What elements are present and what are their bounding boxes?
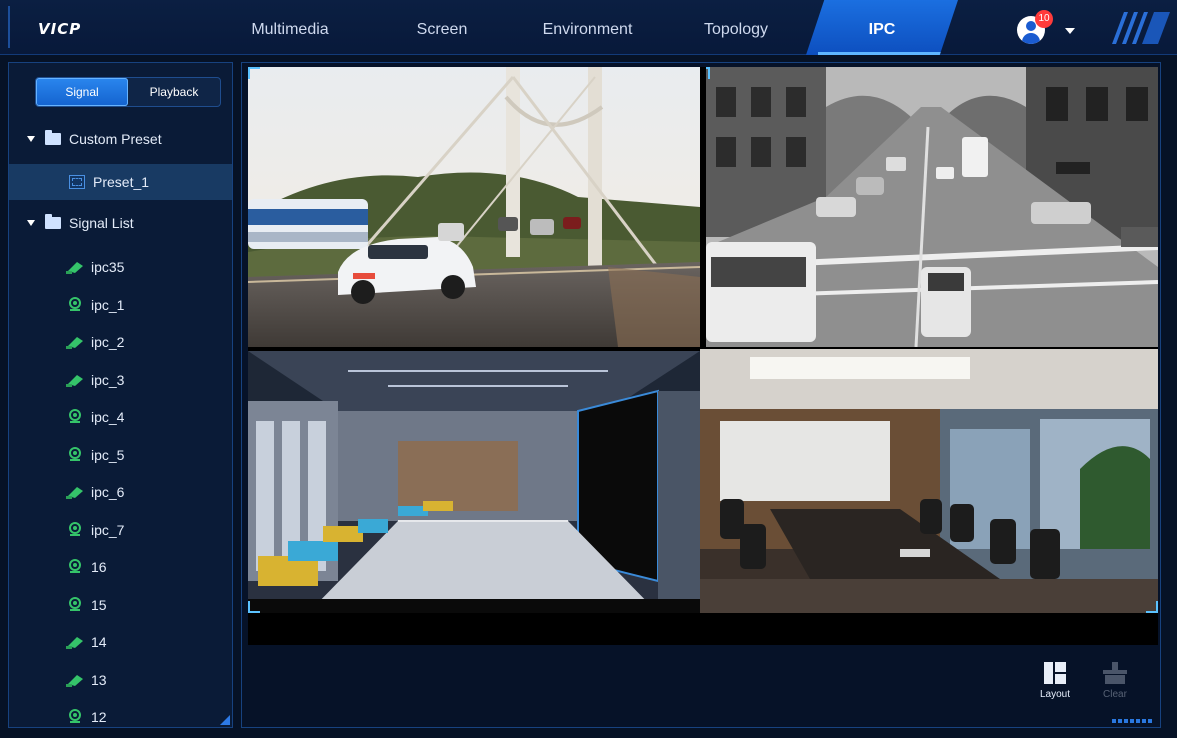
- tree-item-preset[interactable]: Preset_1: [9, 164, 232, 200]
- clear-label: Clear: [1103, 689, 1127, 700]
- video-grid: [248, 67, 1158, 645]
- dome-camera-icon: [65, 409, 91, 425]
- signal-label: 15: [91, 596, 107, 613]
- bullet-camera-icon: [65, 634, 91, 650]
- user-menu[interactable]: 10: [1017, 10, 1077, 46]
- signal-label: 12: [91, 709, 107, 725]
- signal-list-item[interactable]: ipc_3: [9, 362, 232, 398]
- decorative-stripes-icon: [1112, 12, 1170, 44]
- signal-sidebar: Signal Playback Custom Preset Preset_1 S…: [8, 62, 233, 728]
- tree-node-label: Custom Preset: [69, 131, 162, 147]
- video-tile-city-street[interactable]: [706, 67, 1158, 347]
- tab-playback[interactable]: Playback: [128, 78, 220, 106]
- signal-label: 13: [91, 671, 107, 688]
- signal-list-item[interactable]: 12: [9, 699, 232, 727]
- layout-icon: [1044, 662, 1066, 684]
- bullet-camera-icon: [65, 484, 91, 500]
- preset-layout-icon: [69, 175, 85, 189]
- nav-tab-ipc[interactable]: IPC: [806, 0, 958, 55]
- tree-node-signal-list[interactable]: Signal List: [9, 205, 232, 241]
- signal-list-item[interactable]: 16: [9, 549, 232, 585]
- top-bar: VICP Multimedia Screen Environment Topol…: [0, 0, 1177, 55]
- signal-list-item[interactable]: ipc_6: [9, 474, 232, 510]
- signal-label: ipc_5: [91, 446, 125, 463]
- clear-button[interactable]: Clear: [1092, 661, 1138, 700]
- folder-icon: [45, 214, 61, 229]
- bridge-traffic-feed: [248, 67, 700, 347]
- bullet-camera-icon: [65, 334, 91, 350]
- decorative-bar: [1112, 719, 1154, 723]
- dome-camera-icon: [65, 296, 91, 313]
- expand-caret-icon[interactable]: [27, 220, 35, 226]
- bullet-camera-icon: [65, 259, 91, 275]
- expand-caret-icon[interactable]: [27, 136, 35, 142]
- corner-bracket: [248, 601, 260, 613]
- signal-list-item[interactable]: ipc_1: [9, 287, 232, 323]
- dome-camera-icon: [65, 596, 91, 613]
- corner-bracket: [706, 67, 710, 79]
- nav-tab-topology[interactable]: Topology: [686, 0, 786, 55]
- chevron-down-icon: [1065, 28, 1075, 34]
- dome-camera-icon: [65, 559, 91, 575]
- video-tile-office-lobby[interactable]: [248, 351, 700, 613]
- signal-label: ipc_2: [91, 334, 125, 350]
- signal-list-item[interactable]: ipc_4: [9, 399, 232, 435]
- video-tile-bridge-traffic[interactable]: [248, 67, 700, 347]
- signal-label: 16: [91, 559, 107, 575]
- tree-node-label: Signal List: [69, 215, 134, 231]
- meeting-room-feed: [700, 349, 1158, 613]
- signal-list-item[interactable]: 15: [9, 587, 232, 623]
- signal-list-item[interactable]: ipc35: [9, 249, 232, 285]
- video-tile-meeting-room[interactable]: [700, 349, 1158, 613]
- dome-camera-icon: [65, 446, 91, 463]
- signal-label: ipc_4: [91, 409, 125, 425]
- main-nav: Multimedia Screen Environment Topology I…: [0, 0, 1177, 55]
- signal-list-item[interactable]: ipc_5: [9, 437, 232, 473]
- tab-signal[interactable]: Signal: [36, 78, 128, 106]
- signal-list-item[interactable]: ipc_2: [9, 324, 232, 360]
- signal-playback-toggle: Signal Playback: [35, 77, 221, 107]
- tree-node-custom-preset[interactable]: Custom Preset: [9, 121, 232, 157]
- city-street-bw-feed: [706, 67, 1158, 347]
- bullet-camera-icon: [65, 372, 91, 388]
- dome-camera-icon: [65, 521, 91, 538]
- signal-label: 14: [91, 634, 107, 650]
- notification-badge: 10: [1035, 10, 1053, 28]
- signal-list-item[interactable]: 13: [9, 662, 232, 698]
- nav-tab-screen[interactable]: Screen: [392, 0, 492, 55]
- dome-camera-icon: [65, 709, 91, 725]
- signal-list-item[interactable]: ipc_7: [9, 512, 232, 548]
- signal-label: ipc_6: [91, 484, 125, 500]
- signal-label: ipc_7: [91, 521, 125, 538]
- layout-button[interactable]: Layout: [1032, 661, 1078, 700]
- office-lobby-feed: [248, 351, 700, 613]
- tree-item-label: Preset_1: [93, 174, 150, 190]
- signal-label: ipc_1: [91, 296, 125, 313]
- nav-tab-multimedia[interactable]: Multimedia: [230, 0, 350, 55]
- bullet-camera-icon: [65, 672, 91, 688]
- signal-label: ipc_3: [91, 371, 125, 388]
- layout-label: Layout: [1039, 689, 1071, 700]
- signal-label: ipc35: [91, 259, 125, 275]
- corner-bracket: [248, 67, 260, 79]
- video-wall-panel: Layout Clear: [241, 62, 1161, 728]
- clear-icon: [1103, 662, 1127, 684]
- corner-bracket: [1146, 601, 1158, 613]
- nav-tab-environment[interactable]: Environment: [525, 0, 650, 55]
- signal-list-item[interactable]: 14: [9, 624, 232, 660]
- folder-icon: [45, 130, 61, 145]
